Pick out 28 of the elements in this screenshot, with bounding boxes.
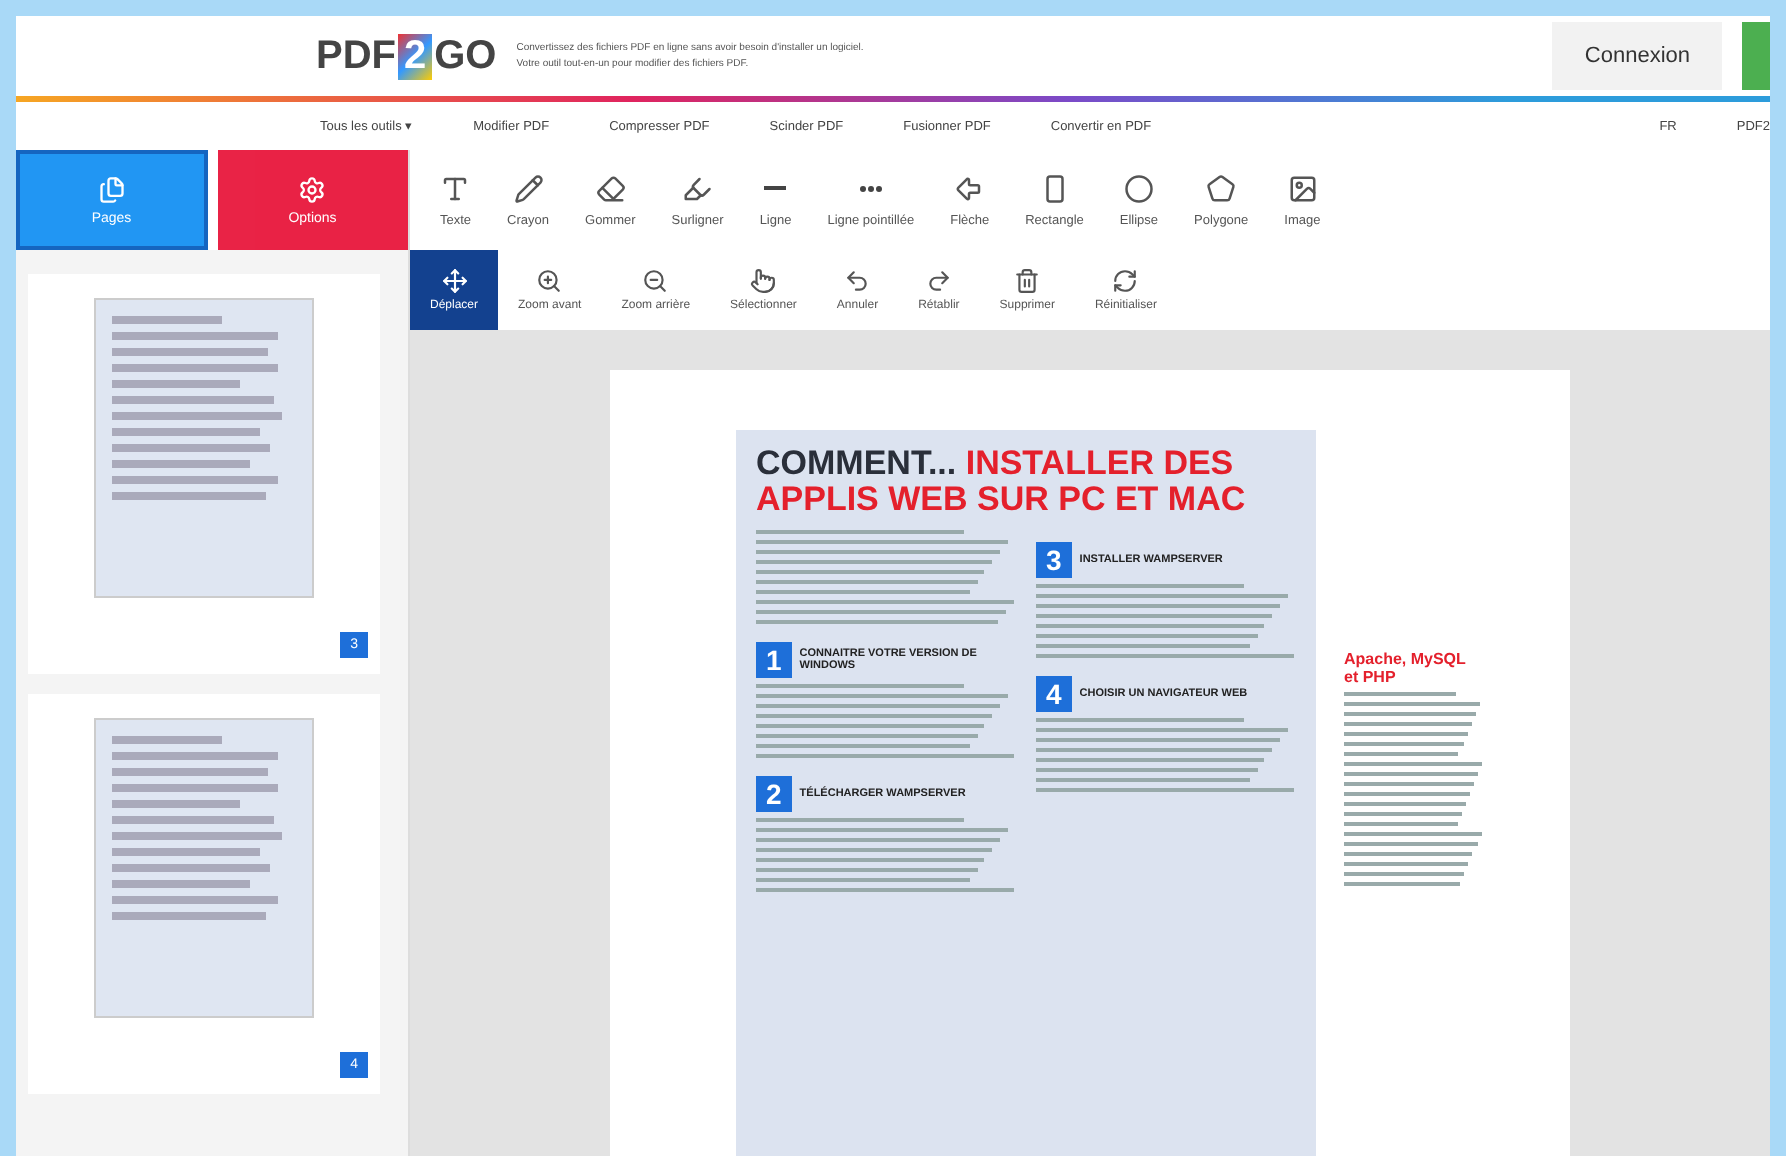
login-button[interactable]: Connexion — [1552, 22, 1722, 90]
refresh-icon — [1112, 268, 1139, 294]
sidebar-title: Apache, MySQL et PHP — [1344, 650, 1468, 686]
dots-icon — [859, 185, 882, 191]
step-number: 1 — [756, 641, 792, 678]
circle-icon — [1123, 173, 1154, 203]
article-title: COMMENT... INSTALLER DES APPLIS WEB SUR PC ET MAC — [756, 446, 1248, 518]
arrow-icon — [954, 173, 985, 203]
pages-icon — [97, 175, 126, 203]
zoom-out-icon — [642, 268, 669, 294]
redo-icon — [925, 268, 952, 294]
zoom-in-icon — [536, 268, 563, 294]
step-number: 2 — [756, 775, 792, 812]
signup-button[interactable] — [1742, 22, 1770, 90]
trash-icon — [1014, 268, 1041, 294]
move-icon — [441, 268, 467, 294]
polygon-icon — [1206, 173, 1237, 203]
hand-icon — [750, 268, 777, 294]
step-number: 4 — [1036, 675, 1072, 712]
step-number: 3 — [1036, 541, 1072, 578]
settings-icon — [298, 175, 327, 203]
highlighter-icon — [682, 173, 713, 203]
letter-icon — [440, 173, 471, 203]
logo[interactable]: PDF 2 GO — [316, 33, 497, 79]
image-icon — [1287, 173, 1318, 203]
eraser-icon — [595, 173, 626, 203]
undo-icon — [844, 268, 871, 294]
pencil-icon — [513, 173, 544, 203]
